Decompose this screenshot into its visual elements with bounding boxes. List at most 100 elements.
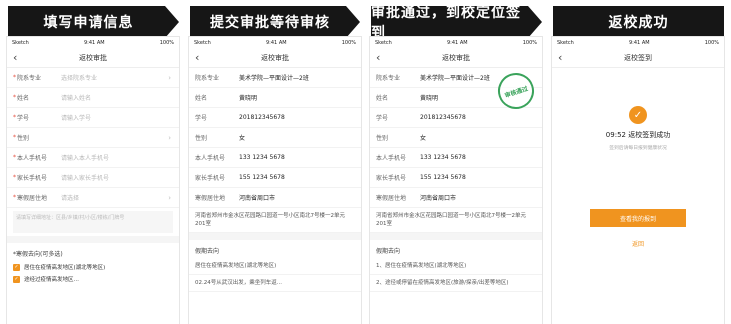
field-value: 155 1234 5678 [420, 174, 466, 181]
carrier-label: Sketch [375, 39, 392, 46]
page-title: 返校审批 [442, 53, 470, 62]
status-bar: Sketch 9:41 AM 100% [370, 37, 542, 48]
form-row-parent-phone[interactable]: * 家长手机号 请输入家长手机号 [7, 168, 179, 188]
info-row: 性别 女 [189, 128, 361, 148]
back-icon[interactable]: ‹ [13, 51, 17, 64]
residence-select[interactable]: 请选择 [61, 193, 173, 202]
info-row: 学号 201812345678 [370, 108, 542, 128]
field-label: 学号 [376, 115, 389, 122]
chevron-right-icon: › [168, 73, 171, 82]
status-bar: Sketch 9:41 AM 100% [7, 37, 179, 48]
info-row: 家长手机号 155 1234 5678 [189, 168, 361, 188]
battery-label: 100% [341, 39, 356, 46]
address-text: 河南省郑州市金水区花园路口园道一号小区南北7号楼一2单元201室 [189, 208, 361, 233]
field-label: 姓名 [376, 95, 389, 102]
field-value: 133 1234 5678 [239, 154, 285, 161]
field-label: 性别 [17, 135, 30, 142]
form-row-name[interactable]: * 姓名 请输入姓名 [7, 88, 179, 108]
option-label: 居住在疫情高发地区(湖北等地区) [24, 265, 106, 271]
step-label: 返校成功 [608, 15, 669, 31]
checkbox-checked-icon[interactable]: ✓ [13, 263, 20, 271]
divider [7, 236, 179, 243]
field-label: 学号 [195, 115, 208, 122]
back-icon[interactable]: ‹ [376, 51, 380, 64]
battery-label: 100% [522, 39, 537, 46]
option-row[interactable]: ✓ 居住在疫情高发地区(湖北等地区) [7, 261, 179, 273]
field-value: 133 1234 5678 [420, 154, 466, 161]
major-select[interactable]: 选择院系专业 [61, 73, 173, 82]
status-bar: Sketch 9:41 AM 100% [552, 37, 724, 48]
field-label: 学号 [17, 115, 30, 122]
field-value: 河南省周口市 [420, 195, 457, 202]
view-report-button[interactable]: 查看我的报到 [590, 209, 686, 227]
field-label: 寒假居住地 [195, 195, 226, 202]
checkbox-checked-icon[interactable]: ✓ [13, 275, 20, 283]
field-value: 女 [239, 135, 246, 142]
back-icon[interactable]: ‹ [558, 51, 562, 64]
field-label: 院系专业 [195, 75, 220, 82]
check-circle-icon: ✓ [629, 106, 647, 124]
info-row: 本人手机号 133 1234 5678 [189, 148, 361, 168]
info-row: 姓名 黄晓明 [189, 88, 361, 108]
address-textarea[interactable]: 请填写详细地址：区县/乡镇/村/小区/楼栋/门牌号 [13, 211, 173, 233]
info-row: 寒假居住地 河南省周口市 [370, 188, 542, 208]
status-bar: Sketch 9:41 AM 100% [189, 37, 361, 48]
battery-label: 100% [159, 39, 174, 46]
field-value: 201812345678 [420, 114, 466, 121]
field-label: 寒假居住地 [376, 195, 407, 202]
clock-label: 9:41 AM [84, 39, 105, 46]
section-title: 假期去向 [376, 248, 401, 255]
back-icon[interactable]: ‹ [195, 51, 199, 64]
phone-screen-success: Sketch 9:41 AM 100% ‹ 返校签到 ✓ 09:52 返校签到成… [551, 36, 725, 324]
battery-label: 100% [704, 39, 719, 46]
name-input[interactable]: 请输入姓名 [61, 93, 173, 102]
form-row-phone[interactable]: * 本人手机号 请输入本人手机号 [7, 148, 179, 168]
chevron-right-icon: › [168, 193, 171, 202]
page-title: 返校审批 [79, 53, 107, 62]
step-banner-3: 审批通过，到校定位签到 [371, 6, 542, 38]
phone-screen-approved: Sketch 9:41 AM 100% ‹ 返校审批 院系专业 美术学院—平面设计… [369, 36, 543, 324]
form-row-major[interactable]: * 院系专业 选择院系专业 › [7, 68, 179, 88]
option-row[interactable]: ✓ 途经过疫情高发地区… [7, 273, 179, 285]
carrier-label: Sketch [12, 39, 29, 46]
info-row: 家长手机号 155 1234 5678 [370, 168, 542, 188]
divider [370, 233, 542, 240]
destination-text: 居住在疫情高发地区(湖北等地区) [189, 258, 361, 275]
divider [189, 233, 361, 240]
form-row-gender[interactable]: * 性别 › [7, 128, 179, 148]
section-title: *寒假去向(可多选) [13, 251, 63, 258]
chevron-right-icon: › [168, 133, 171, 142]
success-subtext: 签到后请每日报到健康状况 [609, 146, 667, 151]
field-label: 姓名 [195, 95, 208, 102]
field-value: 河南省周口市 [239, 195, 276, 202]
field-label: 院系专业 [17, 75, 42, 82]
field-label: 家长手机号 [17, 175, 48, 182]
stamp-label: 审核通过 [503, 84, 529, 99]
field-label: 本人手机号 [17, 155, 48, 162]
info-row: 院系专业 美术学院—平面设计—2班 [189, 68, 361, 88]
option-label: 途经过疫情高发地区… [24, 277, 80, 283]
info-row: 性别 女 [370, 128, 542, 148]
phone-input[interactable]: 请输入本人手机号 [61, 153, 173, 162]
destination-text: 02.24号从武汉出发，乘坐列车返... [189, 275, 361, 292]
form-row-student-id[interactable]: * 学号 请输入学号 [7, 108, 179, 128]
parent-phone-input[interactable]: 请输入家长手机号 [61, 173, 173, 182]
clock-label: 9:41 AM [447, 39, 468, 46]
success-panel: ✓ 09:52 返校签到成功 签到后请每日报到健康状况 查看我的报到 返回 [552, 106, 724, 248]
field-label: 本人手机号 [376, 155, 407, 162]
phone-screen-fill-form: Sketch 9:41 AM 100% ‹ 返校审批 * 院系专业 选择院系专业 › … [6, 36, 180, 324]
field-label: 院系专业 [376, 75, 401, 82]
nav-bar: ‹ 返校审批 [189, 48, 361, 68]
step-banner-2: 提交审批等待审核 [190, 6, 360, 38]
return-button[interactable]: 返回 [632, 239, 644, 248]
form-row-residence[interactable]: * 寒假居住地 请选择 › [7, 188, 179, 208]
nav-bar: ‹ 返校审批 [370, 48, 542, 68]
field-value: 黄晓明 [239, 95, 258, 102]
field-value: 155 1234 5678 [239, 174, 285, 181]
carrier-label: Sketch [557, 39, 574, 46]
field-label: 性别 [195, 135, 208, 142]
destination-text: 2、途径或停留在疫情高发地区(旅游/探亲/出差等地区) [370, 275, 542, 292]
student-id-input[interactable]: 请输入学号 [61, 113, 173, 122]
info-row: 学号 201812345678 [189, 108, 361, 128]
page-title: 返校审批 [261, 53, 289, 62]
